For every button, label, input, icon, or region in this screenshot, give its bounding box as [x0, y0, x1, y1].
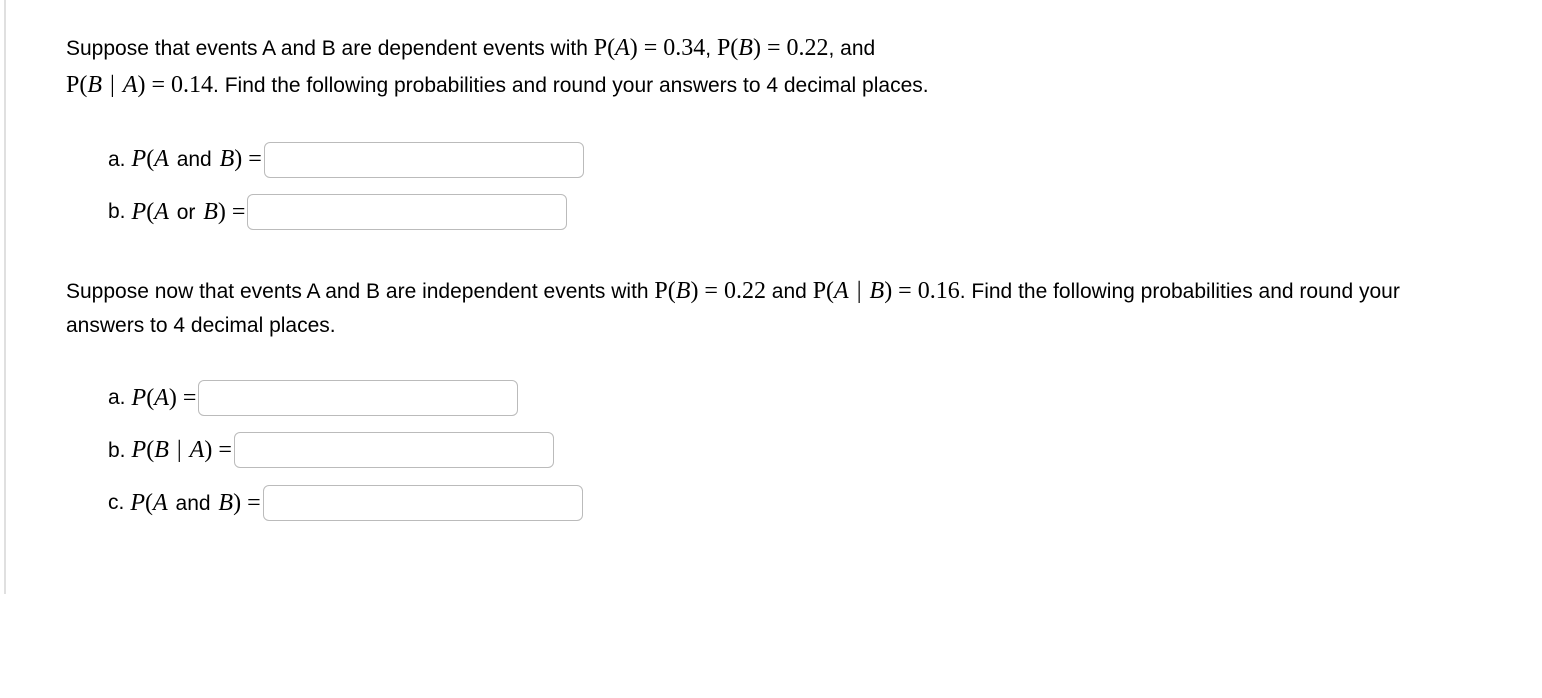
part2-items: a. P(A) = b. P(B | A) = c. P(A and B) =: [66, 379, 1482, 522]
part1-sep2: , and: [828, 37, 875, 60]
item-expr: P(A) =: [132, 379, 197, 417]
part2-intro: Suppose now that events A and B are inde…: [66, 273, 1482, 343]
item-letter: b.: [108, 195, 126, 229]
part1-pb: P(B) = 0.22: [717, 35, 829, 61]
part1-intro: Suppose that events A and B are dependen…: [66, 30, 1482, 104]
part2-pb: P(B) = 0.22: [654, 278, 766, 304]
part2-item-c: c. P(A and B) =: [108, 484, 1482, 522]
answer-input-p-a[interactable]: [198, 380, 518, 416]
item-expr: P(A and B) =: [130, 484, 260, 522]
part1-items: a. P(A and B) = b. P(A or B) =: [66, 140, 1482, 231]
part1-intro-prefix: Suppose that events A and B are dependen…: [66, 37, 594, 60]
part1-pba: P(B | A) = 0.14: [66, 72, 213, 98]
item-letter: b.: [108, 434, 126, 468]
item-letter: a.: [108, 381, 126, 415]
item-expr: P(A or B) =: [132, 193, 246, 231]
answer-input-p-a-or-b[interactable]: [247, 194, 567, 230]
part1-item-b: b. P(A or B) =: [108, 193, 1482, 231]
question-page: Suppose that events A and B are dependen…: [4, 0, 1542, 594]
part1-item-a: a. P(A and B) =: [108, 140, 1482, 178]
item-expr: P(B | A) =: [132, 431, 232, 469]
answer-input-p-b-given-a[interactable]: [234, 432, 554, 468]
part1-intro-suffix: . Find the following probabilities and r…: [213, 74, 929, 97]
part2-item-a: a. P(A) =: [108, 379, 1482, 417]
part1-sep1: ,: [705, 37, 717, 60]
part2-intro-prefix: Suppose now that events A and B are inde…: [66, 280, 654, 303]
part2-pab: P(A | B) = 0.16: [813, 278, 960, 304]
item-expr: P(A and B) =: [132, 140, 262, 178]
item-letter: c.: [108, 486, 124, 520]
answer-input-p-a-and-b[interactable]: [264, 142, 584, 178]
part2-sep1: and: [766, 280, 813, 303]
item-letter: a.: [108, 143, 126, 177]
part1-pa: P(A) = 0.34: [594, 35, 706, 61]
part2-item-b: b. P(B | A) =: [108, 431, 1482, 469]
answer-input-p-a-and-b-2[interactable]: [263, 485, 583, 521]
